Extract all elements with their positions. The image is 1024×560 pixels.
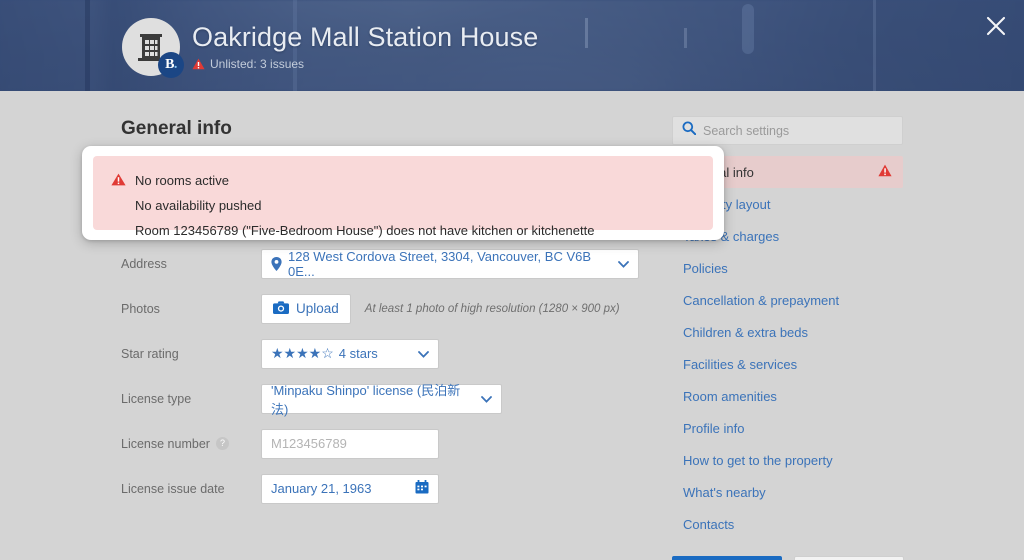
- field-label: Photos: [121, 301, 160, 316]
- sidebar-item-label: Contacts: [683, 516, 735, 532]
- form-actions: Save Cancel: [672, 556, 904, 560]
- modal-header: B. Oakridge Mall Station House Unlisted:…: [0, 0, 1024, 91]
- issue-text: No availability pushed: [135, 198, 262, 213]
- sidebar-item-contacts[interactable]: Contacts: [672, 508, 903, 540]
- star-rating-select[interactable]: ★★★★☆ 4 stars: [261, 338, 439, 369]
- cancel-button[interactable]: Cancel: [794, 556, 904, 560]
- sidebar-item-profile-info[interactable]: Profile info: [672, 412, 903, 444]
- warning-triangle-icon: [111, 173, 126, 189]
- sidebar-item-label: Room amenities: [683, 388, 777, 404]
- close-icon: [986, 16, 1006, 36]
- form-row-star-rating: Star rating ★★★★☆ 4 stars: [121, 331, 641, 376]
- sidebar-item-facilities-services[interactable]: Facilities & services: [672, 348, 903, 380]
- page-title: Oakridge Mall Station House: [192, 22, 539, 52]
- license-type-value: 'Minpaku Shinpo' license (民泊新法): [271, 382, 461, 417]
- issue-message: No rooms active: [111, 168, 695, 193]
- license-issue-date-input[interactable]: January 21, 1963: [261, 473, 439, 504]
- save-button[interactable]: Save: [672, 556, 782, 560]
- license-number-placeholder: M123456789: [271, 436, 347, 451]
- field-label: License number ?: [121, 437, 261, 451]
- warning-triangle-icon: [192, 58, 205, 70]
- sidebar-item-label: Cancellation & prepayment: [683, 292, 840, 308]
- section-heading: General info: [121, 118, 232, 139]
- license-type-select[interactable]: 'Minpaku Shinpo' license (民泊新法): [261, 383, 502, 417]
- form-row-photos: Photos Upload At least 1 photo of high r…: [121, 286, 641, 331]
- header-decor-stripe: [585, 18, 588, 48]
- search-placeholder: Search settings: [703, 123, 790, 138]
- form-row-license-type: License type 'Minpaku Shinpo' license (民…: [121, 376, 641, 421]
- issue-text: No rooms active: [135, 173, 229, 188]
- sidebar-item-label: Children & extra beds: [683, 324, 809, 340]
- badge-dot: .: [173, 57, 178, 72]
- sidebar-item-label: How to get to the property: [683, 452, 833, 468]
- address-select[interactable]: 128 West Cordova Street, 3304, Vancouver…: [261, 248, 639, 279]
- sidebar-item-label: Facilities & services: [683, 356, 798, 372]
- header-decor-stripe: [85, 0, 90, 91]
- upload-label: Upload: [296, 301, 339, 316]
- field-label: Star rating: [121, 346, 179, 361]
- map-pin-icon: [271, 256, 282, 271]
- license-issue-date-value: January 21, 1963: [271, 481, 372, 496]
- chevron-down-icon: [406, 346, 429, 361]
- warning-triangle-icon: [878, 164, 892, 180]
- form-row-address: Address 128 West Cordova Street, 3304, V…: [121, 241, 641, 286]
- status-text: Unlisted: 3 issues: [210, 57, 305, 71]
- avatar: B.: [122, 18, 184, 78]
- property-settings-modal: B. Oakridge Mall Station House Unlisted:…: [0, 0, 1024, 560]
- sidebar-item-how-to-get-to-the-property[interactable]: How to get to the property: [672, 444, 903, 476]
- field-label: License issue date: [121, 481, 225, 496]
- field-label: Address: [121, 256, 167, 271]
- issue-text: Room 123456789 ("Five-Bedroom House") do…: [135, 223, 595, 238]
- search-icon: [682, 121, 697, 140]
- booking-logo-badge: B.: [158, 52, 184, 78]
- help-icon[interactable]: ?: [215, 437, 229, 450]
- sidebar-item-children-extra-beds[interactable]: Children & extra beds: [672, 316, 903, 348]
- field-label-text: License number: [121, 436, 210, 451]
- sidebar-item-cancellation-prepayment[interactable]: Cancellation & prepayment: [672, 284, 903, 316]
- search-settings-input[interactable]: Search settings: [672, 116, 903, 145]
- status-badge: Unlisted: 3 issues: [192, 57, 304, 71]
- address-value: 128 West Cordova Street, 3304, Vancouver…: [288, 248, 592, 279]
- chevron-down-icon: [606, 256, 629, 271]
- issue-message: No availability pushed: [111, 193, 695, 218]
- photo-requirement-hint: At least 1 photo of high resolution (128…: [364, 302, 620, 315]
- chevron-down-icon: [469, 391, 492, 406]
- license-number-input[interactable]: M123456789: [261, 428, 439, 459]
- form-row-license-issue-date: License issue date January 21, 1963: [121, 466, 641, 511]
- star-rating-value: 4 stars: [338, 346, 378, 361]
- camera-icon: [273, 300, 289, 317]
- upload-button[interactable]: Upload: [261, 293, 351, 324]
- sidebar-item-whats-nearby[interactable]: What's nearby: [672, 476, 903, 508]
- badge-letter: B: [165, 57, 174, 72]
- header-decor-lamp: [742, 4, 754, 54]
- issues-tooltip: No rooms active No availability pushed R…: [82, 146, 724, 240]
- sidebar-item-label: What's nearby: [683, 484, 766, 500]
- calendar-icon[interactable]: [403, 480, 429, 497]
- field-label: License type: [121, 391, 192, 406]
- issue-message: Room 123456789 ("Five-Bedroom House") do…: [111, 218, 695, 243]
- star-icons: ★★★★☆: [271, 345, 334, 361]
- close-button[interactable]: [985, 15, 1007, 37]
- sidebar-item-label: Policies: [683, 260, 728, 276]
- sidebar-item-room-amenities[interactable]: Room amenities: [672, 380, 903, 412]
- header-decor-stripe: [873, 0, 876, 91]
- sidebar-item-label: Profile info: [683, 420, 745, 436]
- sidebar-item-policies[interactable]: Policies: [672, 252, 903, 284]
- form-row-license-number: License number ? M123456789: [121, 421, 641, 466]
- issues-tooltip-content: No rooms active No availability pushed R…: [93, 156, 713, 238]
- header-decor-stripe: [684, 28, 687, 48]
